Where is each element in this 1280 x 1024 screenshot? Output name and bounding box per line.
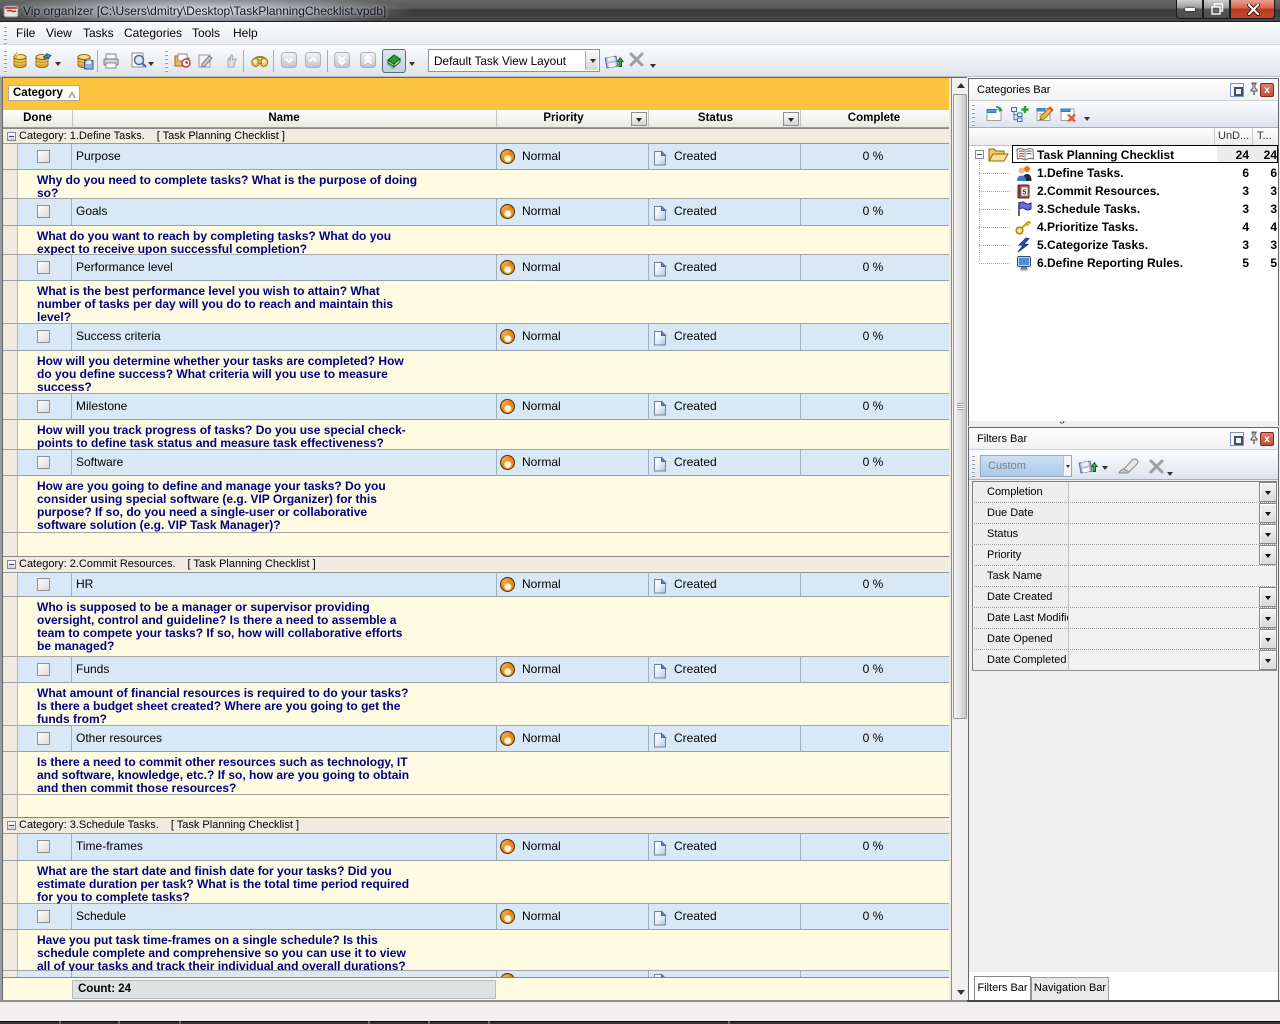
svg-text:5: 5 (1023, 190, 1027, 197)
